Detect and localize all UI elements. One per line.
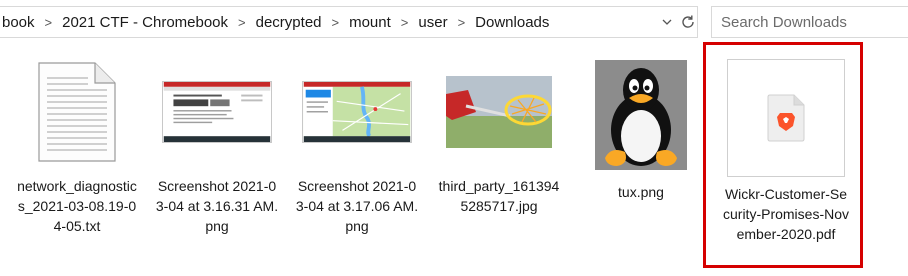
screenshot-thumbnail [162,81,272,143]
file-name: tux.png [618,184,664,200]
lacrosse-stick-thumbnail [446,76,552,148]
file-name: network_diagnostics_2021-03-08.19-04-05.… [17,178,137,234]
file-thumbnail [572,56,710,174]
file-item[interactable]: tux.png [572,56,710,202]
file-thumbnail [430,56,568,168]
file-item[interactable]: third_party_1613945285717.jpg [430,56,568,216]
refresh-button[interactable] [678,7,698,37]
file-name: Wickr-Customer-Security-Promises-Novembe… [723,186,850,242]
breadcrumb-item[interactable]: book [0,14,37,31]
refresh-icon [682,15,694,28]
file-item[interactable]: Screenshot 2021-03-04 at 3.16.31 AM.png [148,56,286,236]
file-item-selected[interactable]: Wickr-Customer-Security-Promises-Novembe… [717,56,855,244]
chevron-right-icon[interactable]: > [450,15,472,30]
chevron-right-icon[interactable]: > [37,15,59,30]
search-input[interactable]: Search Downloads [711,6,908,38]
search-placeholder: Search Downloads [721,13,847,31]
history-dropdown-button[interactable] [657,7,677,37]
file-item[interactable]: network_diagnostics_2021-03-08.19-04-05.… [8,56,146,236]
tux-penguin-thumbnail [595,60,687,170]
breadcrumb[interactable]: book > 2021 CTF - Chromebook > decrypted… [0,6,698,38]
file-item[interactable]: Screenshot 2021-03-04 at 3.17.06 AM.png [288,56,426,236]
file-name: third_party_1613945285717.jpg [438,178,560,214]
breadcrumb-item[interactable]: decrypted [252,14,324,31]
file-thumbnail [8,56,146,168]
chevron-right-icon[interactable]: > [324,15,346,30]
file-thumbnail [717,56,855,180]
breadcrumb-item[interactable]: 2021 CTF - Chromebook [58,14,230,31]
breadcrumb-item-current[interactable]: Downloads [471,14,551,31]
address-toolbar: book > 2021 CTF - Chromebook > decrypted… [0,0,908,44]
brave-pdf-icon [767,94,805,142]
breadcrumb-item[interactable]: user [414,14,449,31]
chevron-down-icon [662,19,672,25]
chevron-right-icon[interactable]: > [393,15,415,30]
file-thumbnail [148,56,286,168]
file-name: Screenshot 2021-03-04 at 3.17.06 AM.png [295,178,419,234]
file-name: Screenshot 2021-03-04 at 3.16.31 AM.png [155,178,279,234]
text-document-icon [38,62,116,162]
pdf-thumbnail-frame [727,59,845,177]
breadcrumb-item[interactable]: mount [345,14,393,31]
map-screenshot-thumbnail [302,81,412,143]
file-thumbnail [288,56,426,168]
chevron-right-icon[interactable]: > [230,15,252,30]
